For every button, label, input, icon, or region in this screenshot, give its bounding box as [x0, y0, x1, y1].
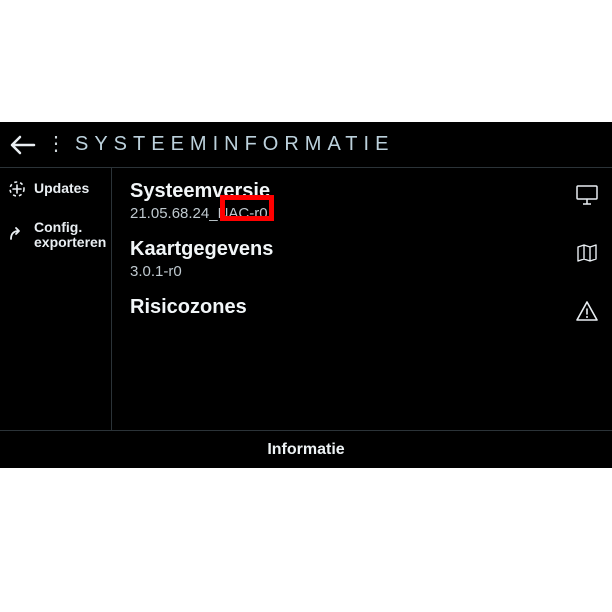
- top-bar: ⋮ SYSTEEMINFORMATIE: [0, 122, 612, 168]
- updates-icon: [6, 178, 28, 200]
- row-title: Systeemversie: [130, 180, 572, 203]
- row-value: 3.0.1-r0: [130, 263, 572, 280]
- row-system-version[interactable]: Systeemversie 21.05.68.24_NAC-r0: [130, 174, 602, 232]
- arrow-left-icon: [10, 135, 36, 155]
- computer-icon: [572, 180, 602, 206]
- footer-tab-informatie[interactable]: Informatie: [0, 430, 612, 468]
- warning-triangle-icon: [572, 296, 602, 322]
- sidebar-item-export-config[interactable]: Config. exporteren: [0, 210, 111, 261]
- footer-label: Informatie: [267, 441, 344, 459]
- map-icon: [572, 238, 602, 264]
- export-icon: [6, 224, 28, 246]
- sidebar-item-label: Updates: [34, 181, 89, 196]
- sidebar-item-updates[interactable]: Updates: [0, 168, 111, 210]
- content-body: Updates Config. exporteren Systeemversie…: [0, 168, 612, 430]
- back-button[interactable]: [10, 135, 36, 155]
- menu-dots-icon[interactable]: ⋮: [46, 131, 65, 156]
- infotainment-screen: ⋮ SYSTEEMINFORMATIE Updates: [0, 122, 612, 468]
- row-title: Kaartgegevens: [130, 238, 572, 261]
- row-map-data[interactable]: Kaartgegevens 3.0.1-r0: [130, 232, 602, 290]
- main-panel: Systeemversie 21.05.68.24_NAC-r0 Kaartge…: [112, 168, 612, 430]
- sidebar-item-label: Config. exporteren: [34, 220, 106, 251]
- row-title: Risicozones: [130, 296, 572, 319]
- sidebar: Updates Config. exporteren: [0, 168, 112, 430]
- row-value: 21.05.68.24_NAC-r0: [130, 205, 572, 222]
- page-title: SYSTEEMINFORMATIE: [75, 133, 394, 156]
- row-risk-zones[interactable]: Risicozones: [130, 290, 602, 332]
